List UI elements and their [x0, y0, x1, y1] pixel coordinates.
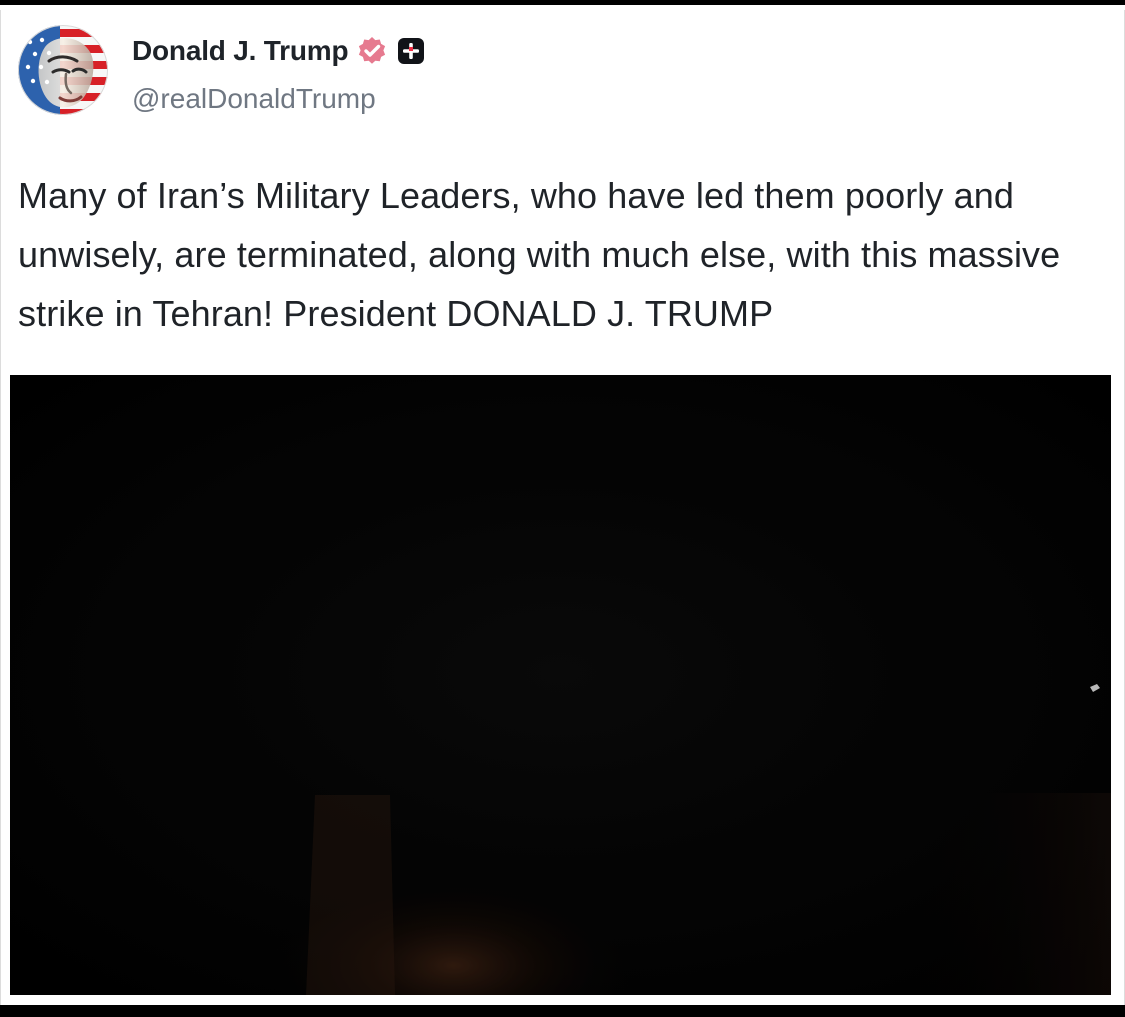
screenshot-frame: Donald J. Trump @realDonaldTrump Many of…: [0, 0, 1125, 1017]
screenshot-bottom-border: [0, 1005, 1125, 1017]
profile-avatar[interactable]: [18, 25, 108, 115]
post-header: Donald J. Trump @realDonaldTrump: [18, 25, 618, 120]
plus-badge-icon: [396, 36, 426, 66]
post-text: Many of Iran’s Military Leaders, who hav…: [18, 175, 1061, 334]
display-name-row: Donald J. Trump: [132, 32, 426, 70]
verified-badge-icon: [356, 35, 388, 67]
post-card: Donald J. Trump @realDonaldTrump Many of…: [0, 5, 1125, 1005]
user-handle[interactable]: @realDonaldTrump: [132, 81, 376, 117]
user-meta: Donald J. Trump @realDonaldTrump: [132, 32, 612, 118]
display-name[interactable]: Donald J. Trump: [132, 32, 349, 70]
card-left-edge: [0, 10, 1, 1005]
post-video-media[interactable]: [10, 375, 1111, 995]
